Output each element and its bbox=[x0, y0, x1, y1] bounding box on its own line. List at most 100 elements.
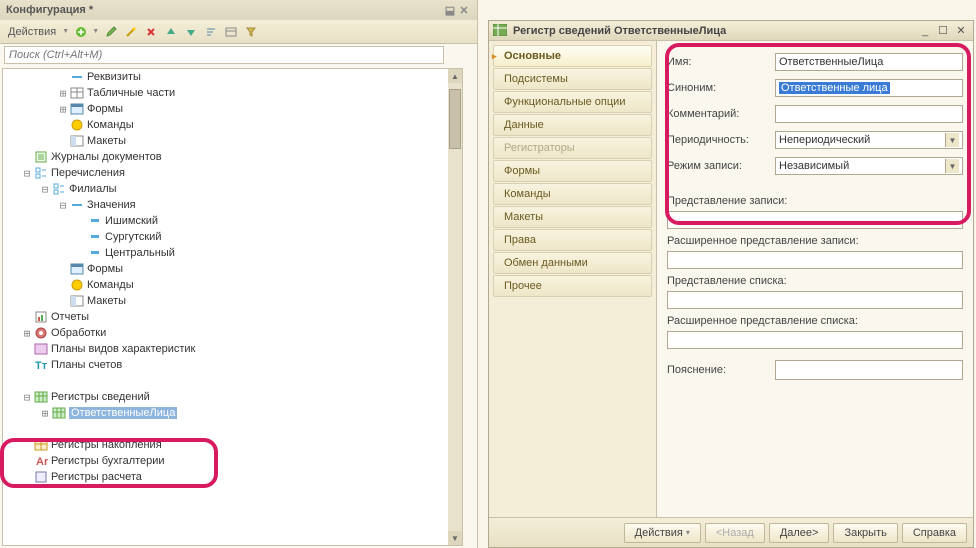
tab-формы[interactable]: Формы bbox=[493, 160, 652, 182]
period-value: Непериодический bbox=[779, 134, 870, 146]
dropdown-icon[interactable]: ▼ bbox=[945, 133, 959, 147]
tree-row[interactable]: ⊞ОтветственныеЛица bbox=[3, 405, 462, 421]
actions-dropdown-icon[interactable]: ▼ bbox=[62, 28, 70, 35]
dropdown-icon[interactable]: ▼ bbox=[945, 159, 959, 173]
add-icon[interactable] bbox=[72, 23, 90, 41]
maximize-icon[interactable]: ☐ bbox=[935, 24, 951, 38]
expand-icon[interactable]: ⊞ bbox=[39, 407, 51, 420]
tree-row[interactable]: Макеты bbox=[3, 293, 462, 309]
pin-icon[interactable]: ⬓ bbox=[443, 3, 457, 17]
mode-select[interactable]: Независимый▼ bbox=[775, 157, 963, 175]
edit-icon[interactable] bbox=[102, 23, 120, 41]
delete-icon[interactable] bbox=[142, 23, 160, 41]
val-icon bbox=[87, 230, 103, 244]
tree-row[interactable]: ⊞Табличные части bbox=[3, 85, 462, 101]
filter-icon[interactable] bbox=[242, 23, 260, 41]
close-panel-icon[interactable]: ✕ bbox=[457, 3, 471, 17]
repr-record-ext-field[interactable] bbox=[667, 251, 963, 269]
explanation-field[interactable] bbox=[775, 360, 963, 380]
tree-row[interactable]: ⊟ Регистры сведений bbox=[3, 389, 462, 405]
tab-подсистемы[interactable]: Подсистемы bbox=[493, 68, 652, 90]
tree-row[interactable]: Центральный bbox=[3, 245, 462, 261]
tree-row[interactable] bbox=[3, 421, 462, 437]
up-icon[interactable] bbox=[162, 23, 180, 41]
enum-icon bbox=[51, 182, 67, 196]
tree-row[interactable]: ⊟ Филиалы bbox=[3, 181, 462, 197]
name-field[interactable] bbox=[775, 53, 963, 71]
tree-row[interactable]: ArРегистры бухгалтерии bbox=[3, 453, 462, 469]
tree-label: Макеты bbox=[87, 135, 126, 147]
close-button[interactable]: Закрыть bbox=[833, 523, 897, 543]
tab-макеты[interactable]: Макеты bbox=[493, 206, 652, 228]
tree-label: Реквизиты bbox=[87, 71, 141, 83]
tree-row[interactable]: Формы bbox=[3, 261, 462, 277]
tree-row[interactable]: Журналы документов bbox=[3, 149, 462, 165]
tree-row[interactable]: Макеты bbox=[3, 133, 462, 149]
tab-регистраторы[interactable]: Регистраторы bbox=[493, 137, 652, 159]
tree-row[interactable]: Планы видов характеристик bbox=[3, 341, 462, 357]
expand-icon[interactable]: ⊞ bbox=[21, 327, 33, 340]
tab-функциональные опции[interactable]: Функциональные опции bbox=[493, 91, 652, 113]
close-window-icon[interactable]: ✕ bbox=[953, 24, 969, 38]
comment-field[interactable] bbox=[775, 105, 963, 123]
tab-команды[interactable]: Команды bbox=[493, 183, 652, 205]
pvh-icon bbox=[33, 342, 49, 356]
wand-icon[interactable] bbox=[122, 23, 140, 41]
minimize-icon[interactable]: _ bbox=[917, 24, 933, 38]
tree-row[interactable]: ТтПланы счетов bbox=[3, 357, 462, 373]
actions-button[interactable]: Действия bbox=[624, 523, 701, 543]
expand-icon[interactable]: ⊟ bbox=[39, 183, 51, 196]
scroll-thumb[interactable] bbox=[449, 89, 461, 149]
tree-row[interactable]: Ишимский bbox=[3, 213, 462, 229]
repr-record-field[interactable] bbox=[667, 211, 963, 229]
period-select[interactable]: Непериодический ▼ bbox=[775, 131, 963, 149]
tab-обмен данными[interactable]: Обмен данными bbox=[493, 252, 652, 274]
tree-row[interactable] bbox=[3, 373, 462, 389]
tree-row[interactable]: Команды bbox=[3, 117, 462, 133]
tree-row[interactable]: ⊟Значения bbox=[3, 197, 462, 213]
tree-row[interactable]: Регистры накопления bbox=[3, 437, 462, 453]
tree-row[interactable]: Отчеты bbox=[3, 309, 462, 325]
actions-menu[interactable]: Действия bbox=[4, 26, 60, 38]
expand-icon[interactable]: ⊟ bbox=[57, 199, 69, 212]
synonym-field[interactable]: Ответственные лица bbox=[775, 79, 963, 97]
tab-основные[interactable]: Основные bbox=[493, 45, 652, 67]
next-button[interactable]: Далее> bbox=[769, 523, 830, 543]
tab-прочее[interactable]: Прочее bbox=[493, 275, 652, 297]
down-icon[interactable] bbox=[182, 23, 200, 41]
tree-row[interactable]: Команды bbox=[3, 277, 462, 293]
tree-label: Филиалы bbox=[69, 183, 117, 195]
help-button[interactable]: Справка bbox=[902, 523, 967, 543]
search-input[interactable] bbox=[4, 46, 444, 64]
expand-icon[interactable]: ⊟ bbox=[21, 391, 33, 404]
list-icon[interactable] bbox=[222, 23, 240, 41]
add-dropdown-icon[interactable]: ▼ bbox=[92, 28, 100, 35]
tree-row[interactable]: ⊞Формы bbox=[3, 101, 462, 117]
tree-row[interactable]: Реквизиты bbox=[3, 69, 462, 85]
tab-права[interactable]: Права bbox=[493, 229, 652, 251]
form-column: Имя: Синоним: Ответственные лица Коммент… bbox=[657, 41, 973, 517]
expand-icon[interactable]: ⊟ bbox=[21, 167, 33, 180]
synonym-label: Синоним: bbox=[667, 82, 775, 94]
expand-icon[interactable]: ⊞ bbox=[57, 103, 69, 116]
report-icon bbox=[33, 310, 49, 324]
scroll-up-icon[interactable]: ▲ bbox=[448, 69, 462, 83]
sort-icon[interactable] bbox=[202, 23, 220, 41]
back-button[interactable]: <Назад bbox=[705, 523, 765, 543]
tree-row[interactable]: ⊞Обработки bbox=[3, 325, 462, 341]
tree-row[interactable]: Сургутский bbox=[3, 229, 462, 245]
repr-list-ext-field[interactable] bbox=[667, 331, 963, 349]
tree-label: Планы счетов bbox=[51, 359, 122, 371]
tree-scrollbar[interactable]: ▲ ▼ bbox=[448, 69, 462, 545]
tree-row[interactable]: Регистры расчета bbox=[3, 469, 462, 485]
repr-list-field[interactable] bbox=[667, 291, 963, 309]
expand-icon[interactable]: ⊞ bbox=[57, 87, 69, 100]
tree-label: Регистры сведений bbox=[51, 391, 150, 403]
tree-row[interactable]: ⊟Перечисления bbox=[3, 165, 462, 181]
enum-icon bbox=[33, 166, 49, 180]
name-label: Имя: bbox=[667, 56, 775, 68]
tab-данные[interactable]: Данные bbox=[493, 114, 652, 136]
config-tree[interactable]: Реквизиты⊞Табличные части⊞ФормыКомандыМа… bbox=[2, 68, 463, 546]
tree-label: Сургутский bbox=[105, 231, 161, 243]
scroll-down-icon[interactable]: ▼ bbox=[448, 531, 462, 545]
